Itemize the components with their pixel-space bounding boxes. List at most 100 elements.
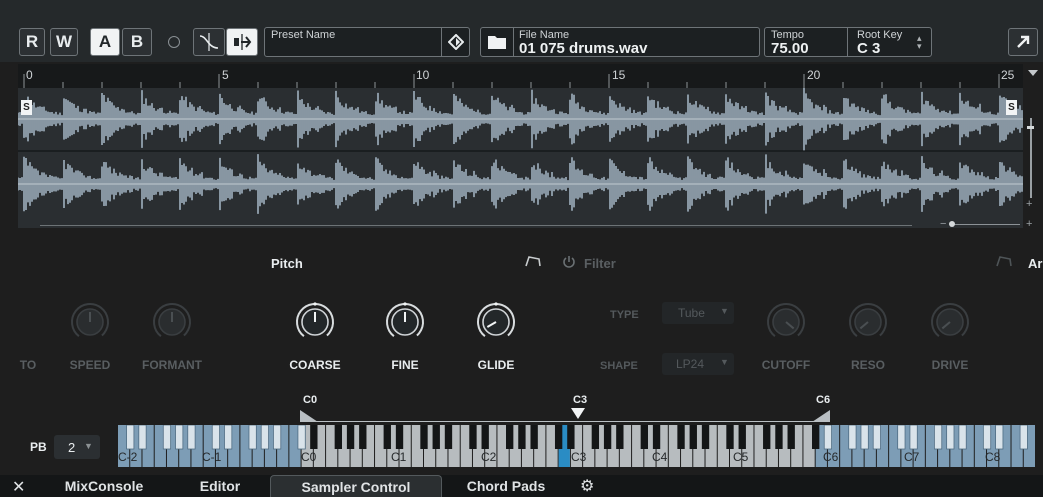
expand-button[interactable]	[1008, 28, 1038, 56]
keyboard[interactable]: C-2 C-1 C0 C1 C2 C3 C4 C5 C6 C7 C8	[118, 424, 1036, 467]
black-key	[1019, 424, 1028, 450]
tab-sampler-control[interactable]: Sampler Control	[270, 475, 442, 497]
octave-label-c5: C5	[733, 450, 749, 464]
root-key-value[interactable]: C 3	[857, 40, 880, 57]
black-key	[126, 424, 135, 450]
black-key	[591, 425, 600, 449]
black-key	[444, 425, 453, 449]
black-key	[187, 424, 196, 450]
filter-type-value: Tube	[678, 306, 705, 320]
amp-envelope-icon[interactable]	[996, 255, 1012, 267]
range-high-label: C6	[816, 394, 831, 406]
black-key	[506, 425, 514, 449]
knob-label-glide: GLIDE	[477, 358, 515, 372]
knob-coarse[interactable]	[295, 302, 335, 342]
black-key	[567, 425, 575, 449]
knob-speed[interactable]	[70, 302, 110, 342]
black-key	[310, 425, 318, 449]
vertical-zoom-handle[interactable]	[1027, 126, 1034, 129]
filter-type-select[interactable]: Tube ▼	[662, 302, 734, 324]
black-key	[995, 424, 1004, 450]
black-key	[848, 424, 857, 450]
write-automation-button[interactable]: W	[50, 28, 78, 56]
filter-shape-select[interactable]: LP24 ▼	[662, 353, 734, 375]
filter-type-label: TYPE	[610, 309, 639, 321]
gear-icon[interactable]: ⚙	[580, 476, 594, 496]
knob-cutoff[interactable]	[766, 302, 806, 342]
tempo-value[interactable]: 75.00	[771, 40, 809, 57]
sample-start-marker[interactable]: S	[21, 100, 32, 115]
black-key	[175, 424, 184, 450]
horizontal-zoom-in-icon[interactable]: +	[1026, 218, 1032, 230]
black-key	[738, 425, 746, 449]
knob-label-speed: SPEED	[69, 358, 111, 372]
pitch-section-title: Pitch	[271, 256, 303, 271]
black-key	[530, 425, 538, 449]
black-key	[897, 424, 906, 450]
curve-edit-button[interactable]	[193, 28, 225, 56]
zoom-out-icon[interactable]: −	[940, 218, 946, 230]
preset-browser-button[interactable]	[441, 28, 469, 56]
filter-power-icon[interactable]	[562, 255, 576, 269]
filter-shape-value: LP24	[676, 357, 705, 371]
horizontal-zoom-handle[interactable]	[949, 221, 955, 227]
octave-label-c0: C0	[301, 450, 317, 464]
tab-mixconsole[interactable]: MixConsole	[44, 475, 164, 497]
pitch-bend-select[interactable]: 2 ▼	[54, 435, 100, 459]
tab-chord-pads[interactable]: Chord Pads	[450, 475, 562, 497]
knob-label-fine: FINE	[391, 358, 419, 372]
root-key-marker-icon[interactable]	[571, 408, 585, 419]
octave-label-c4: C4	[652, 450, 668, 464]
range-high-handle[interactable]	[812, 410, 830, 422]
ab-compare-b-button[interactable]: B	[122, 28, 152, 56]
black-key	[359, 425, 367, 449]
sync-button[interactable]	[226, 28, 258, 56]
ruler-options-icon[interactable]	[1028, 70, 1038, 76]
key-range-line	[312, 421, 828, 422]
close-icon[interactable]: ✕	[12, 477, 25, 497]
black-key	[346, 425, 355, 449]
time-ruler[interactable]: 0 5 10 15 20 25	[18, 64, 1023, 88]
knob-formant[interactable]	[152, 302, 192, 342]
black-key	[211, 424, 220, 450]
preset-name-field[interactable]: Preset Name	[264, 27, 470, 57]
tempo-rootkey-field: Tempo 75.00 Root Key C 3 ▴ ▾	[764, 27, 932, 57]
black-key	[481, 425, 489, 449]
knob-drive[interactable]	[930, 302, 970, 342]
knob-label-coarse: COARSE	[289, 358, 341, 372]
filter-shape-label: SHAPE	[600, 360, 638, 372]
ab-compare-a-button[interactable]: A	[90, 28, 120, 56]
toolbar: R W A B Preset Name File Name 01 075 dru…	[0, 0, 1043, 62]
waveform-display[interactable]: S S	[18, 88, 1023, 228]
knob-fine[interactable]	[385, 302, 425, 342]
black-key	[787, 425, 795, 449]
horizontal-zoom-slider[interactable]	[950, 224, 1020, 225]
octave-label-c1: C1	[391, 450, 407, 464]
black-key	[420, 425, 428, 449]
black-key	[909, 424, 918, 450]
preset-name-label: Preset Name	[271, 29, 336, 41]
tab-editor[interactable]: Editor	[180, 475, 260, 497]
black-key	[297, 424, 306, 450]
open-file-button[interactable]	[481, 28, 514, 56]
black-key	[726, 425, 734, 449]
black-key	[934, 424, 943, 450]
read-automation-button[interactable]: R	[19, 28, 45, 56]
chevron-down-icon: ▼	[720, 357, 729, 367]
pitch-envelope-icon[interactable]	[525, 255, 541, 267]
vertical-zoom-slider[interactable]	[1030, 118, 1032, 198]
black-key	[860, 424, 869, 450]
black-key	[138, 424, 147, 450]
range-low-label: C0	[303, 394, 318, 406]
knob-glide[interactable]	[476, 302, 516, 342]
file-name-field[interactable]: File Name 01 075 drums.wav	[480, 27, 760, 57]
knob-reso[interactable]	[848, 302, 888, 342]
knob-label-cutoff: CUTOFF	[761, 358, 811, 372]
record-indicator-icon[interactable]	[168, 36, 180, 48]
root-key-marker-label: C3	[573, 394, 588, 406]
root-key-stepper-icon[interactable]: ▴ ▾	[917, 34, 922, 51]
horizontal-scrollbar[interactable]	[40, 225, 912, 226]
sample-end-marker[interactable]: S	[1006, 100, 1017, 115]
black-key	[958, 424, 967, 450]
zoom-in-icon[interactable]: +	[1026, 198, 1032, 210]
